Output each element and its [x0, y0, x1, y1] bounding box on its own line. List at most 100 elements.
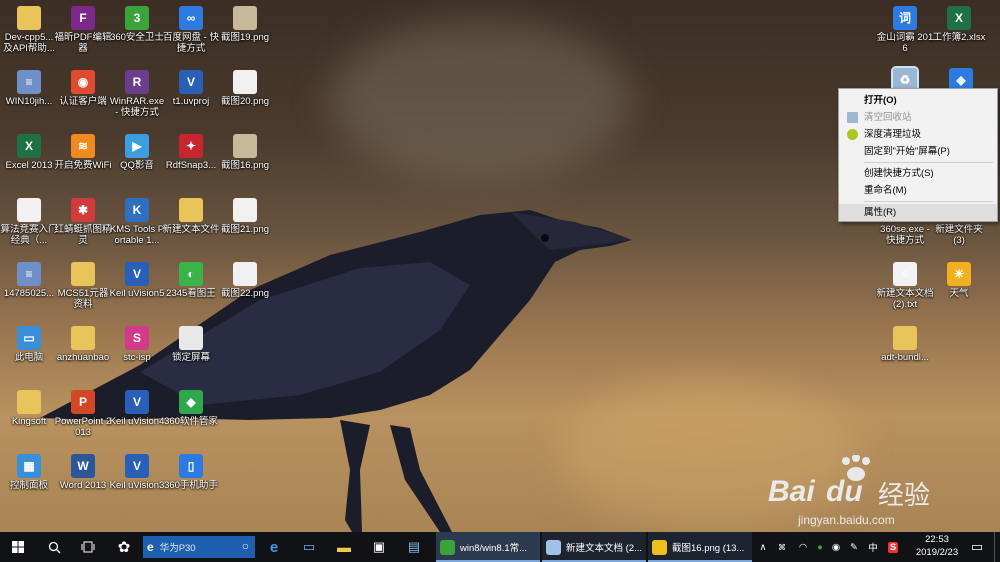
desktop-icon[interactable]: V Keil uVision4 — [108, 390, 166, 427]
task-view-button[interactable] — [72, 532, 104, 562]
desktop-icon[interactable]: ◆ 360软件管家 — [162, 390, 220, 427]
desktop-icon[interactable]: Sstc-isp — [108, 326, 166, 363]
folder-icon — [71, 262, 95, 286]
show-desktop-button[interactable] — [994, 532, 1000, 562]
desktop-icon-label: KMS Tools Portable 1... — [109, 224, 165, 246]
desktop-icon[interactable]: W Word 2013 — [54, 454, 112, 491]
search-input[interactable]: e 华为P30 ○ — [143, 536, 255, 558]
tray-app-icon-1[interactable]: ⌘ — [772, 532, 792, 562]
context-menu-item[interactable]: 深度清理垃圾 — [839, 126, 997, 143]
desktop-icon-label: adt-bundl... — [881, 352, 929, 363]
desktop-icon[interactable]: ≡ 新建文本文档 (2).txt — [876, 262, 934, 310]
360-clean-icon — [847, 129, 858, 140]
desktop-icon[interactable]: X Excel 2013 — [0, 134, 58, 171]
desktop-icon[interactable]: 截图16.png — [216, 134, 274, 171]
auth-client-icon: ◉ — [71, 70, 95, 94]
context-menu-item[interactable]: 清空回收站 — [839, 109, 997, 126]
desktop-icon-label: 360安全卫士 — [110, 32, 164, 43]
store-button[interactable]: ▣ — [367, 532, 391, 562]
desktop-icon[interactable]: Vt1.uvproj — [162, 70, 220, 107]
desktop-icon[interactable]: Kingsoft — [0, 390, 58, 427]
desktop-icon-label: Keil uVision4 — [109, 416, 165, 427]
desktop-icon[interactable]: ☀ 天气 — [930, 262, 988, 299]
watermark-suffix: 经验 — [878, 480, 931, 510]
desktop-icon-label: 新建文件夹 (3) — [935, 224, 983, 246]
desktop-icon[interactable]: anzhuanbao — [54, 326, 112, 363]
desktop-icon[interactable]: ≋ 开启免费WiFi — [54, 134, 112, 171]
pinned-app-button[interactable]: ✿ — [108, 532, 140, 562]
edge-icon: e — [269, 538, 279, 556]
desktop-icon[interactable]: 截图21.png — [216, 198, 274, 235]
tray-sogou-button[interactable]: S — [884, 532, 902, 562]
desktop-icon[interactable]: ✦ RdfSnap3... — [162, 134, 220, 171]
desktop-icon[interactable]: ▯ 360手机助手 — [162, 454, 220, 491]
desktop-icon[interactable]: ▶ QQ影音 — [108, 134, 166, 171]
control-panel-icon: ▦ — [17, 454, 41, 478]
tray-app-icon-2[interactable]: ◠ — [794, 532, 812, 562]
tray-overflow-button[interactable]: ∧ — [756, 532, 770, 562]
wifi-icon: ≋ — [71, 134, 95, 158]
desktop-icon[interactable]: 词金山词霸 2016 — [876, 6, 934, 54]
desktop-icon[interactable]: 截图19.png — [216, 6, 274, 43]
desktop-icon[interactable]: 截图22.png — [216, 262, 274, 299]
stc-isp-icon: S — [125, 326, 149, 350]
desktop-icon[interactable]: ▭ 此电脑 — [0, 326, 58, 363]
start-button[interactable] — [0, 532, 36, 562]
clock[interactable]: 22:53 2019/2/23 — [908, 533, 966, 559]
desktop-icon[interactable]: 锁定屏幕 — [162, 326, 220, 363]
desktop-icon[interactable]: ≡ 14785025... — [0, 262, 58, 299]
context-menu-item[interactable]: 打开(O) — [839, 92, 997, 109]
desktop-icon[interactable]: X 工作簿2.xlsx — [930, 6, 988, 43]
keil-icon: V — [125, 390, 149, 414]
desktop-icon-label: 新建文本文档 (2).txt — [876, 288, 934, 310]
desktop-icon[interactable]: ∞ 百度网盘 - 快捷方式 — [162, 6, 220, 54]
360-phone-icon: ▯ — [179, 454, 203, 478]
notification-icon: ▭ — [970, 539, 984, 554]
desktop-icon-label: 工作簿2.xlsx — [932, 32, 986, 43]
desktop-icon[interactable]: V Keil uVision5 — [108, 262, 166, 299]
desktop-icon[interactable]: Dev-cpp5... 及API帮助... — [0, 6, 58, 54]
desktop[interactable]: Dev-cpp5... 及API帮助... F 福昕PDF编辑器 3 360安全卫士 ∞ 百… — [0, 0, 1000, 532]
action-center-button[interactable]: ▭ — [966, 532, 988, 562]
keil-icon: V — [125, 262, 149, 286]
context-menu-item[interactable]: 固定到"开始"屏幕(P) — [839, 143, 997, 160]
desktop-icon[interactable]: F 福昕PDF编辑器 — [54, 6, 112, 54]
search-button[interactable] — [38, 532, 70, 562]
tray-app-icon-3[interactable]: ● — [812, 532, 828, 562]
edge-button[interactable]: e — [262, 532, 286, 562]
desktop-icon[interactable]: ◐ 2345看图王 — [162, 262, 220, 299]
desktop-icon[interactable]: 3 360安全卫士 — [108, 6, 166, 43]
tray-app-icon-5[interactable]: ✎ — [846, 532, 862, 562]
input-method-button[interactable]: 中 — [864, 532, 882, 562]
desktop-icon[interactable]: V Keil uVision3 — [108, 454, 166, 491]
tray-app-icon-4[interactable]: ◉ — [828, 532, 844, 562]
desktop-icon[interactable]: ≡ WIN10jih... — [0, 70, 58, 107]
taskbar-task[interactable]: win8/win8.1常... — [436, 532, 540, 562]
taskbar-task[interactable]: 新建文本文档 (2... — [542, 532, 646, 562]
file-explorer-button[interactable]: ▬ — [332, 532, 356, 562]
pinned-computer-button[interactable]: ▭ — [297, 532, 321, 562]
context-menu-item[interactable]: 创建快捷方式(S) — [839, 165, 997, 182]
desktop-icon[interactable]: K KMS Tools Portable 1... — [108, 198, 166, 246]
desktop-icon[interactable]: P PowerPoint 2013 — [54, 390, 112, 438]
desktop-icon[interactable]: adt-bundl... — [876, 326, 934, 363]
cortana-e-icon: e — [147, 540, 154, 554]
desktop-icon[interactable]: 截图20.png — [216, 70, 274, 107]
desktop-icon-label: t1.uvproj — [172, 96, 210, 107]
taskbar-task[interactable]: 截图16.png (13... — [648, 532, 752, 562]
desktop-icon[interactable]: R WinRAR.exe - 快捷方式 — [108, 70, 166, 118]
menu-separator — [864, 201, 993, 202]
desktop-icon[interactable]: ◉ 认证客户端 — [54, 70, 112, 107]
context-menu-item[interactable]: 属性(R) — [839, 204, 997, 221]
desktop-icon[interactable]: MCS51元器资料 — [54, 262, 112, 310]
context-menu-item[interactable]: 重命名(M) — [839, 182, 997, 199]
desktop-icon[interactable]: ▦ 控制面板 — [0, 454, 58, 491]
desktop-icon[interactable]: 算法竞赛入门经典（... — [0, 198, 58, 246]
context-menu-item-label: 属性(R) — [864, 207, 897, 218]
pinned-window-button[interactable]: ▤ — [402, 532, 426, 562]
folder-small-icon: ▬ — [337, 539, 351, 555]
desktop-icon[interactable]: 新建文本文件 — [162, 198, 220, 235]
clock-time: 22:53 — [925, 534, 949, 545]
computer-icon: ▭ — [17, 326, 41, 350]
desktop-icon[interactable]: ✱ 红蜻蜓抓图精灵 — [54, 198, 112, 246]
